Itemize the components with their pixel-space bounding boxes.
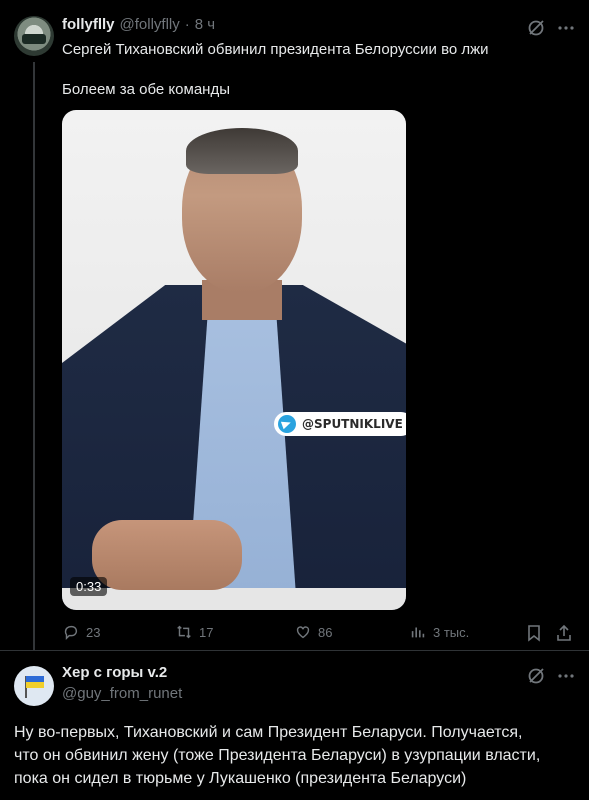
reply-author-avatar[interactable]	[14, 666, 54, 706]
retweet-button[interactable]: 17	[175, 623, 213, 641]
views-button[interactable]: 3 тыс.	[409, 623, 469, 641]
reply-button[interactable]: 23	[62, 623, 100, 641]
video-frame-hair	[186, 128, 298, 174]
more-icon[interactable]	[556, 666, 576, 686]
tweet-text-line2: Болеем за обе команды	[62, 81, 230, 98]
thread-line	[33, 62, 35, 650]
tweet-divider	[0, 650, 589, 651]
flag-icon	[26, 676, 44, 688]
header-separator: ·	[184, 16, 190, 33]
author-name[interactable]: follyflly	[62, 16, 115, 33]
reply-author-name[interactable]: Хер с горы v.2	[62, 664, 167, 681]
like-button[interactable]: 86	[294, 623, 332, 641]
telegram-icon	[278, 415, 296, 433]
like-icon	[296, 626, 310, 639]
views-icon	[411, 627, 425, 638]
reply-text-line1: Ну во-первых, Тихановский и сам Президен…	[14, 724, 523, 741]
video-duration: 0:33	[70, 577, 108, 596]
share-icon[interactable]	[554, 623, 574, 643]
tweet-time[interactable]: 8 ч	[195, 16, 215, 33]
reply-count: 23	[86, 624, 101, 640]
video-watermark: @SPUTNIKLIVE	[274, 412, 406, 436]
author-handle[interactable]: @follyflly	[120, 16, 180, 33]
tweet-text-line1: Сергей Тихановский обвинил президента Бе…	[62, 41, 489, 58]
grok-icon[interactable]	[526, 666, 546, 686]
reply-author-handle[interactable]: @guy_from_runet	[62, 685, 182, 702]
reply-text-line3: пока он сидел в тюрьме у Лукашенко (през…	[14, 770, 467, 787]
retweet-icon	[177, 625, 191, 639]
reply-text-line2: что он обвинил жену (тоже Президента Бел…	[14, 747, 541, 764]
watermark-text: @SPUTNIKLIVE	[302, 417, 403, 431]
grok-icon[interactable]	[526, 18, 546, 38]
video-frame-hands	[92, 520, 242, 590]
video-player[interactable]: @SPUTNIKLIVE 0:33	[62, 110, 406, 610]
views-count: 3 тыс.	[433, 624, 470, 640]
reply-icon	[64, 625, 78, 641]
retweet-count: 17	[199, 624, 214, 640]
author-avatar[interactable]	[14, 16, 54, 56]
tweet-header: follyflly @follyflly · 8 ч	[62, 16, 215, 33]
more-icon[interactable]	[556, 18, 576, 38]
like-count: 86	[318, 624, 333, 640]
bookmark-icon[interactable]	[524, 623, 544, 643]
video-frame-table	[62, 588, 406, 610]
